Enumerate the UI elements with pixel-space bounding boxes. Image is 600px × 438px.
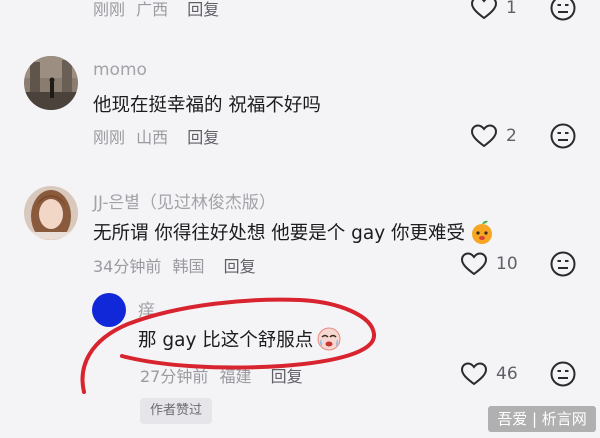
watermark: 吾爱 | 析言网 — [488, 406, 596, 432]
annotation-circle — [80, 297, 376, 394]
